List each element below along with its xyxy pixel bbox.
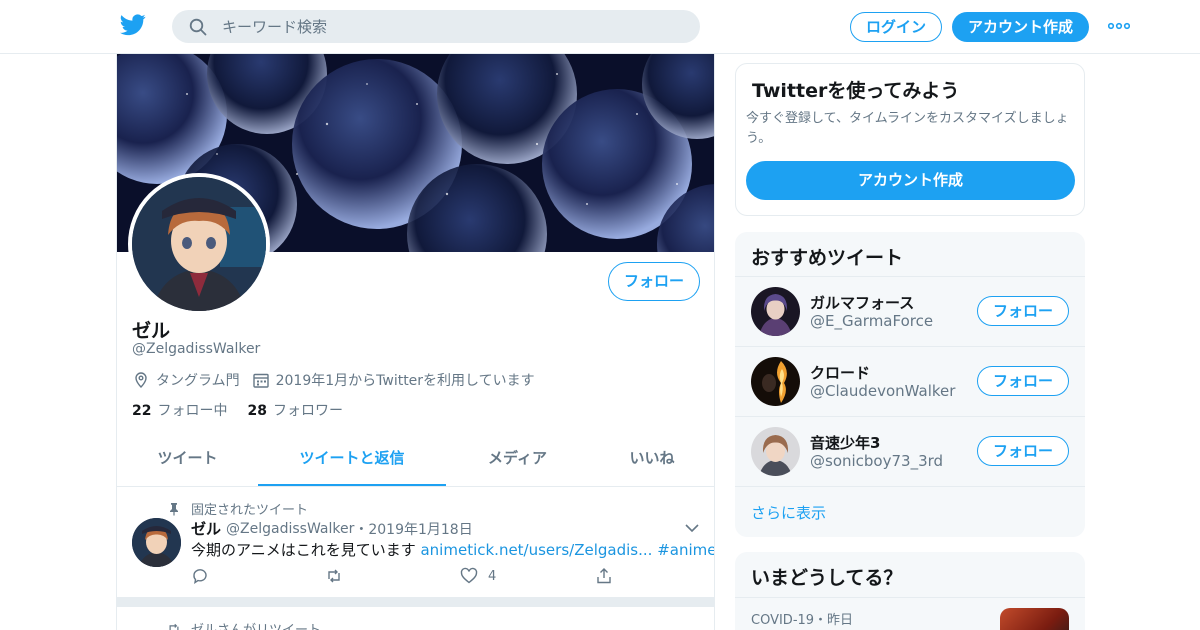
recommended-account[interactable]: クロード @ClaudevonWalker フォロー	[735, 346, 1085, 416]
pinned-indicator: 固定されたツイート	[167, 499, 308, 518]
reply-icon	[193, 569, 207, 584]
tab-tweets[interactable]: ツイート	[117, 430, 258, 486]
following-count: 22	[132, 403, 152, 419]
calendar-icon	[252, 373, 269, 388]
search-icon	[189, 18, 207, 36]
tweet-hashtag[interactable]: #animetick	[657, 541, 714, 559]
recommended-title: おすすめツイート	[751, 247, 904, 269]
tweet-date[interactable]: 2019年1月18日	[368, 519, 472, 539]
search-box	[172, 10, 700, 43]
account-name[interactable]: 音速少年3	[810, 432, 880, 453]
tweet-text: 今期のアニメはこれを見ています animetick.net/users/Zelg…	[191, 539, 714, 560]
account-avatar[interactable]	[751, 427, 800, 476]
tweet-separator: ・	[354, 521, 369, 538]
recommended-accounts-card: おすすめツイート ガルマフォース @E_GarmaForce フォロー クロード…	[735, 232, 1085, 537]
account-handle[interactable]: @E_GarmaForce	[810, 312, 933, 330]
account-name[interactable]: ガルマフォース	[810, 292, 914, 313]
retweet-icon	[169, 623, 179, 630]
tab-likes[interactable]: いいね	[589, 430, 714, 486]
trends-card: いまどうしてる？ COVID-19・昨日	[735, 552, 1085, 630]
account-name[interactable]: クロード	[810, 362, 870, 383]
pinned-label: 固定されたツイート	[191, 503, 309, 518]
recommended-account[interactable]: 音速少年3 @sonicboy73_3rd フォロー	[735, 416, 1085, 486]
tweet-author-name[interactable]: ゼル	[191, 518, 221, 539]
follow-button[interactable]: フォロー	[977, 296, 1069, 326]
more-options-icon[interactable]	[1108, 22, 1130, 30]
like-count: 4	[488, 568, 497, 584]
account-avatar[interactable]	[751, 357, 800, 406]
following-label: フォロー中	[157, 403, 228, 419]
profile-avatar[interactable]	[128, 173, 270, 315]
tweet-author-avatar[interactable]	[132, 518, 181, 567]
retweet-indicator: ゼルさんがリツイート	[167, 619, 321, 630]
stream-divider	[117, 597, 714, 607]
heart-icon	[460, 567, 478, 584]
top-navigation-bar: ログイン アカウント作成	[0, 0, 1200, 54]
trend-thumbnail	[1000, 608, 1069, 630]
tweet-author-handle[interactable]: @ZelgadissWalker	[226, 521, 354, 537]
retweet-label[interactable]: ゼルさんがリツイート	[191, 619, 321, 630]
signup-card-description: 今すぐ登録して、タイムラインをカスタマイズしましょう。	[746, 111, 1069, 146]
signup-card: Twitterを使ってみよう 今すぐ登録して、タイムラインをカスタマイズしましょ…	[735, 63, 1085, 216]
show-more-link[interactable]: さらに表示	[735, 486, 1085, 537]
followers-link[interactable]: 28 フォロワー	[247, 400, 342, 420]
account-handle[interactable]: @ClaudevonWalker	[810, 382, 955, 400]
signup-button[interactable]: アカウント作成	[952, 12, 1089, 42]
signup-card-title: Twitterを使ってみよう	[752, 80, 960, 102]
account-handle[interactable]: @sonicboy73_3rd	[810, 452, 943, 470]
reply-button[interactable]	[191, 567, 209, 585]
tweet-actions: 4	[191, 567, 701, 587]
retweet-icon	[328, 569, 340, 583]
profile-column: フォロー ゼル @ZelgadissWalker タングラム門 2019年1月か…	[116, 54, 715, 630]
recommended-account[interactable]: ガルマフォース @E_GarmaForce フォロー	[735, 276, 1085, 346]
tweet-body-text: 今期のアニメはこれを見ています	[191, 541, 416, 559]
profile-tabs: ツイート ツイートと返信 メディア いいね	[117, 430, 714, 487]
chevron-down-icon[interactable]	[684, 521, 700, 535]
search-input[interactable]	[222, 10, 682, 43]
show-more-label[interactable]: さらに表示	[751, 502, 826, 523]
tab-tweets-and-replies[interactable]: ツイートと返信	[258, 430, 446, 486]
profile-handle[interactable]: @ZelgadissWalker	[132, 341, 260, 357]
profile-name[interactable]: ゼル	[132, 316, 170, 343]
follow-button[interactable]: フォロー	[977, 436, 1069, 466]
following-link[interactable]: 22 フォロー中	[132, 400, 227, 420]
share-button[interactable]	[595, 567, 613, 585]
retweet-button[interactable]	[325, 567, 343, 585]
tweet-link[interactable]: animetick.net/users/Zelgadis...	[420, 541, 652, 559]
tab-media[interactable]: メディア	[446, 430, 589, 486]
login-button[interactable]: ログイン	[850, 12, 942, 42]
location-icon	[135, 372, 147, 388]
trends-title: いまどうしてる？	[751, 567, 903, 589]
pin-icon	[170, 502, 178, 515]
account-avatar[interactable]	[751, 287, 800, 336]
followers-count: 28	[247, 403, 267, 419]
like-button[interactable]: 4	[460, 567, 496, 585]
follow-button[interactable]: フォロー	[608, 262, 700, 301]
tweet-header: ゼル @ZelgadissWalker ・ 2019年1月18日	[191, 518, 473, 539]
trend-item[interactable]: COVID-19・昨日	[735, 597, 1085, 630]
profile-meta: タングラム門 2019年1月からTwitterを利用しています	[132, 369, 535, 391]
profile-joined-date: 2019年1月からTwitterを利用しています	[275, 373, 535, 389]
share-icon	[597, 568, 611, 584]
pinned-tweet[interactable]: 固定されたツイート ゼル @ZelgadissWalker ・ 2019年1月1…	[117, 487, 714, 597]
twitter-bird-logo-icon[interactable]	[120, 14, 146, 36]
profile-location: タングラム門	[156, 373, 240, 389]
trend-context: COVID-19・昨日	[751, 613, 854, 628]
follow-button[interactable]: フォロー	[977, 366, 1069, 396]
signup-card-button[interactable]: アカウント作成	[746, 161, 1075, 200]
profile-stats: 22 フォロー中 28 フォロワー	[132, 400, 343, 420]
followers-label: フォロワー	[272, 403, 343, 419]
